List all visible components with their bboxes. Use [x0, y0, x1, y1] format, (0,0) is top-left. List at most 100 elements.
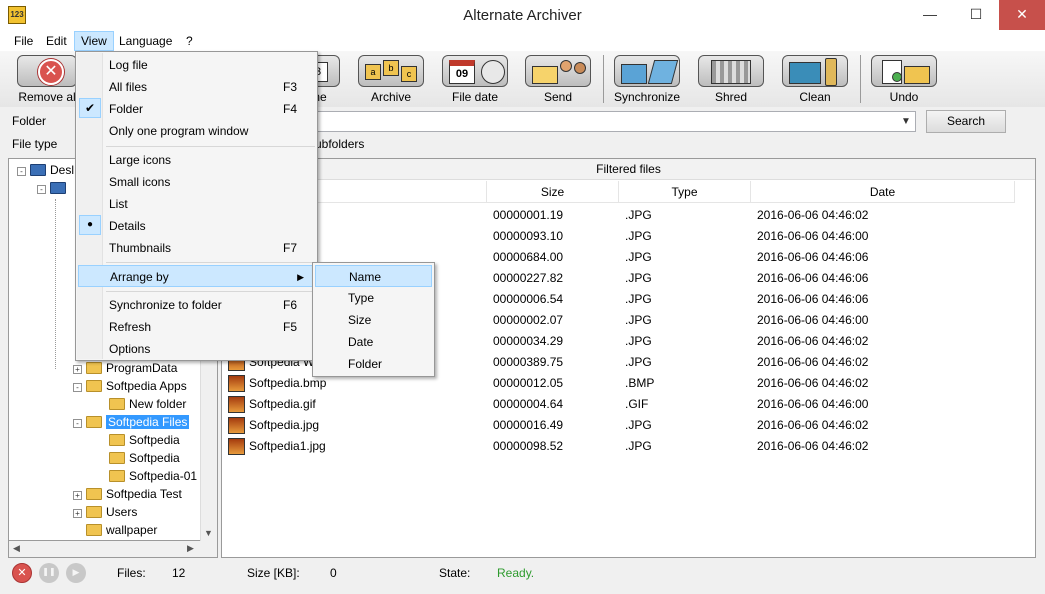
synchronize-icon — [614, 55, 680, 87]
undo-icon — [871, 55, 937, 87]
send-icon — [525, 55, 591, 87]
tree-item[interactable]: wallpaper — [86, 521, 157, 539]
tree-item[interactable]: + ProgramData — [73, 359, 177, 377]
menu-view[interactable]: View — [74, 31, 114, 51]
menu-item-refresh[interactable]: Refresh F5 — [76, 316, 317, 338]
folder-icon — [109, 452, 125, 464]
file-type: .JPG — [625, 271, 652, 285]
menu-item-one-window[interactable]: Only one program window — [76, 120, 317, 142]
close-icon[interactable]: ✕ — [999, 0, 1045, 30]
file-name: Softpedia1.jpg — [249, 439, 326, 453]
stop-icon[interactable]: ✕ — [12, 563, 32, 583]
computer-icon — [50, 182, 66, 194]
file-row[interactable]: Softpedia.jpg 00000016.49 .JPG 2016-06-06 0… — [222, 415, 1015, 436]
tree-item-desktop[interactable]: - Desl — [17, 161, 74, 179]
menu-separator — [106, 262, 315, 263]
folder-icon — [109, 398, 125, 410]
file-row[interactable]: pg00000001.19.JPG2016-06-06 04:46:02 — [222, 205, 1015, 226]
file-row[interactable]: Softpedia.gif 00000004.64 .GIF 2016-06-06 0… — [222, 394, 1015, 415]
status-bar: ✕ ❚❚ ▶ Files: 12 Size [KB]: 0 State: Rea… — [0, 560, 1045, 586]
folder-icon — [86, 362, 102, 374]
chevron-right-icon[interactable]: ▶ — [187, 543, 194, 554]
menu-item-arrange-by[interactable]: Arrange by ▶ — [78, 265, 315, 287]
chevron-left-icon[interactable]: ◀ — [13, 543, 20, 554]
submenu-item-type[interactable]: Type — [315, 287, 432, 309]
menu-help[interactable]: ? — [180, 31, 199, 51]
menu-item-log-file[interactable]: Log file — [76, 54, 317, 76]
submenu-item-folder[interactable]: Folder — [315, 353, 432, 375]
file-row[interactable]: pg00000093.10.JPG2016-06-06 04:46:00 — [222, 226, 1015, 247]
menu-item-synchronize-folder[interactable]: Synchronize to folder F6 — [76, 294, 317, 316]
file-size: 00000012.05 — [493, 376, 564, 390]
file-date: 2016-06-06 04:46:06 — [757, 271, 869, 285]
tree-item[interactable]: New folder — [109, 395, 186, 413]
file-size: 00000004.64 — [493, 397, 564, 411]
file-size: 00000389.75 — [493, 355, 564, 369]
play-icon[interactable]: ▶ — [66, 563, 86, 583]
file-date-button[interactable]: 09 File date — [440, 53, 510, 105]
undo-button[interactable]: Undo — [869, 53, 939, 105]
title-bar: 123 Alternate Archiver — ☐ ✕ — [0, 0, 1045, 31]
state-label: State: — [439, 566, 471, 580]
chevron-down-icon[interactable]: ▼ — [204, 528, 213, 538]
menu-item-options[interactable]: Options — [76, 338, 317, 360]
archive-button[interactable]: a b c Archive — [356, 53, 426, 105]
menu-item-folder[interactable]: Folder F4 — [76, 98, 317, 120]
submenu-item-size[interactable]: Size — [315, 309, 432, 331]
maximize-icon[interactable]: ☐ — [953, 0, 999, 30]
menu-file[interactable]: File — [8, 31, 39, 51]
menu-edit[interactable]: Edit — [40, 31, 73, 51]
file-size: 00000227.82 — [493, 271, 564, 285]
image-file-icon — [228, 417, 245, 434]
synchronize-button[interactable]: Synchronize — [612, 53, 682, 105]
menu-item-small-icons[interactable]: Small icons — [76, 171, 317, 193]
column-header-date[interactable]: Date — [751, 181, 1015, 203]
menu-item-large-icons[interactable]: Large icons — [76, 149, 317, 171]
file-type: .JPG — [625, 355, 652, 369]
tree-item[interactable]: Softpedia — [109, 449, 180, 467]
file-row[interactable]: Softpedia1.jpg 00000098.52 .JPG 2016-06-06 … — [222, 436, 1015, 457]
clean-button[interactable]: Clean — [780, 53, 850, 105]
menu-language[interactable]: Language — [113, 31, 178, 51]
search-combo[interactable]: ▼ — [300, 111, 916, 132]
pause-icon[interactable]: ❚❚ — [39, 563, 59, 583]
send-button[interactable]: Send — [523, 53, 593, 105]
chevron-down-icon[interactable]: ▼ — [899, 114, 913, 129]
submenu-item-date[interactable]: Date — [315, 331, 432, 353]
file-type: .JPG — [625, 292, 652, 306]
file-size: 00000002.07 — [493, 313, 564, 327]
file-date: 2016-06-06 04:46:06 — [757, 250, 869, 264]
archive-icon: a b c — [358, 55, 424, 87]
tree-item[interactable]: - Softpedia Files — [73, 413, 190, 431]
file-size: 00000034.29 — [493, 334, 564, 348]
files-value: 12 — [172, 566, 186, 580]
tree-item[interactable]: Softpedia-01 — [109, 467, 197, 485]
toolbar-separator — [603, 55, 604, 103]
menu-item-thumbnails[interactable]: Thumbnails F7 — [76, 237, 317, 259]
file-type: .JPG — [625, 418, 652, 432]
folder-icon — [86, 380, 102, 392]
menu-item-list[interactable]: List — [76, 193, 317, 215]
file-type: .JPG — [625, 250, 652, 264]
tree-horizontal-scrollbar[interactable]: ◀ ▶ — [8, 541, 218, 558]
menu-item-all-files[interactable]: All files F3 — [76, 76, 317, 98]
shred-button[interactable]: Shred — [696, 53, 766, 105]
tree-item[interactable]: + Softpedia Test — [73, 485, 182, 503]
folder-icon — [86, 524, 102, 536]
size-value: 0 — [330, 566, 337, 580]
tree-item[interactable]: + Users — [73, 503, 137, 521]
tree-item[interactable]: Softpedia — [109, 431, 180, 449]
minimize-icon[interactable]: — — [907, 0, 953, 30]
tree-item-computer[interactable]: - — [37, 179, 70, 197]
menu-separator — [106, 291, 315, 292]
menu-item-details[interactable]: Details — [76, 215, 317, 237]
submenu-item-name[interactable]: Name — [315, 265, 432, 287]
tree-item[interactable]: - Softpedia Apps — [73, 377, 187, 395]
subfolders-label[interactable]: ubfolders — [315, 137, 364, 151]
search-button[interactable]: Search — [926, 110, 1006, 133]
column-header-size[interactable]: Size — [487, 181, 619, 203]
file-type: .JPG — [625, 439, 652, 453]
column-header-type[interactable]: Type — [619, 181, 751, 203]
file-date: 2016-06-06 04:46:00 — [757, 229, 869, 243]
remove-all-button[interactable]: ✕ Remove al — [12, 53, 82, 105]
